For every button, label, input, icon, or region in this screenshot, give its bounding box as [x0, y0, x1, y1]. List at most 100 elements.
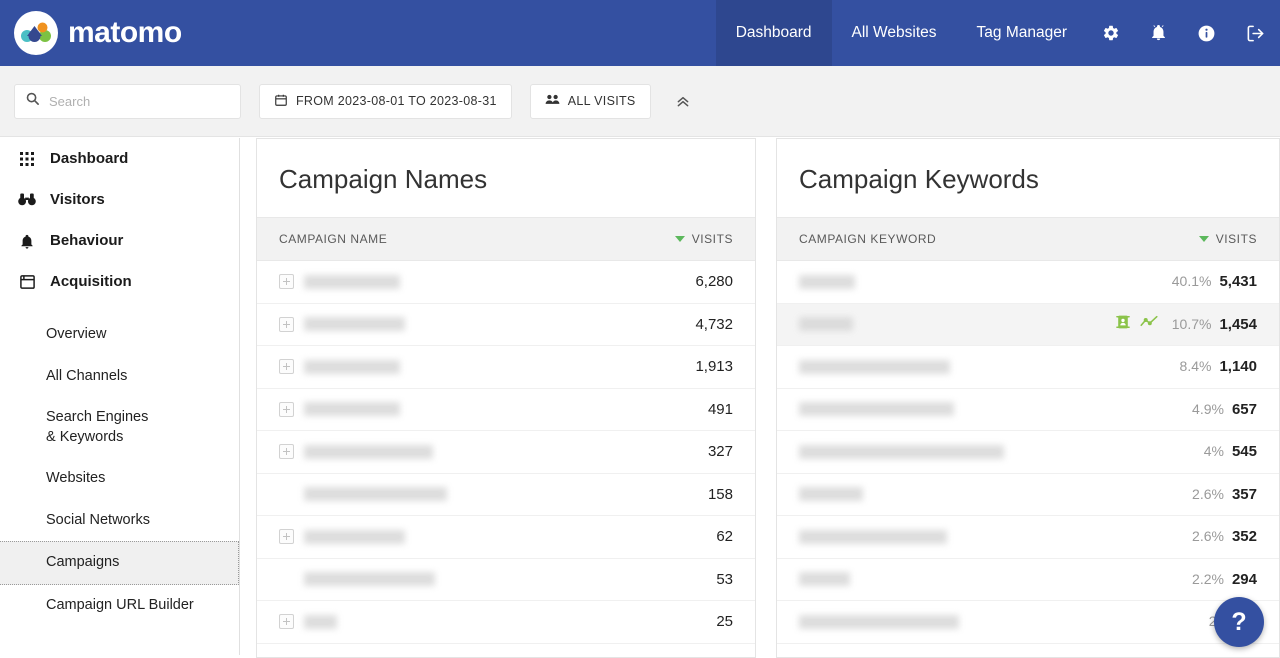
table-row[interactable]: 2.6%352 [777, 516, 1279, 559]
sidebar-item-overview[interactable]: Overview [0, 314, 239, 356]
sort-descending-icon [1199, 236, 1209, 242]
metric-cell: 4.9%657 [1192, 401, 1257, 418]
expand-row-icon[interactable] [279, 444, 294, 459]
table-row[interactable]: 53 [257, 559, 755, 602]
expand-row-icon[interactable] [279, 614, 294, 629]
sidebar-item-search-engines-keywords[interactable]: Search Engines & Keywords [0, 397, 160, 458]
table-row[interactable]: 4%545 [777, 431, 1279, 474]
table-row[interactable]: 10.7%1,454 [777, 304, 1279, 347]
visits-value: 1,140 [1219, 358, 1257, 375]
info-icon[interactable] [1182, 0, 1231, 66]
visits-value: 491 [708, 401, 733, 418]
expand-row-icon[interactable] [279, 359, 294, 374]
metric-cell: 10.7%1,454 [1172, 316, 1257, 333]
campaign-keywords-title: Campaign Keywords [777, 139, 1279, 217]
expand-row-icon[interactable] [279, 529, 294, 544]
table-row[interactable]: 25 [257, 601, 755, 644]
date-range-label: FROM 2023-08-01 TO 2023-08-31 [296, 94, 497, 108]
campaign-name-label [304, 317, 405, 331]
table-row[interactable]: 2.1%2 [777, 601, 1279, 644]
segment-selector[interactable]: ALL VISITS [530, 84, 651, 119]
sort-descending-icon [675, 236, 685, 242]
column-header-campaign-name[interactable]: CAMPAIGN NAME [279, 232, 387, 246]
expand-row-icon[interactable] [279, 274, 294, 289]
visits-percentage: 40.1% [1172, 273, 1212, 289]
toolbar: FROM 2023-08-01 TO 2023-08-31 ALL VISITS [0, 66, 1280, 137]
visits-label: VISITS [1216, 232, 1257, 246]
table-row[interactable]: 6,280 [257, 261, 755, 304]
visits-percentage: 2.6% [1192, 486, 1224, 502]
table-row[interactable]: 4,732 [257, 304, 755, 347]
sidebar-item-dashboard[interactable]: Dashboard [0, 138, 239, 179]
visits-percentage: 4% [1204, 443, 1224, 459]
nav-tag-manager[interactable]: Tag Manager [957, 0, 1087, 66]
segment-label: ALL VISITS [568, 94, 636, 108]
campaign-keyword-label [799, 615, 959, 629]
visits-value: 657 [1232, 401, 1257, 418]
sidebar-item-acquisition[interactable]: Acquisition [0, 261, 239, 302]
search-icon [25, 91, 40, 111]
brand-logo[interactable]: matomo [0, 11, 182, 55]
expand-row-icon[interactable] [279, 317, 294, 332]
bell-icon[interactable] [1135, 0, 1182, 66]
visits-value: 294 [1232, 571, 1257, 588]
column-header-visits[interactable]: VISITS [675, 232, 733, 246]
table-row[interactable]: 62 [257, 516, 755, 559]
expand-row-icon[interactable] [279, 402, 294, 417]
table-row[interactable]: 327 [257, 431, 755, 474]
sidebar-item-social-networks[interactable]: Social Networks [0, 500, 239, 542]
visits-percentage: 2.2% [1192, 571, 1224, 587]
visits-percentage: 8.4% [1180, 358, 1212, 374]
campaign-keywords-panel: Campaign Keywords CAMPAIGN KEYWORD VISIT… [776, 138, 1280, 658]
visits-label: VISITS [692, 232, 733, 246]
visits-value: 5,431 [1219, 273, 1257, 290]
campaign-name-label [304, 360, 400, 374]
sidebar-label: Dashboard [50, 150, 128, 167]
campaign-keyword-label [799, 487, 863, 501]
column-header-campaign-keyword[interactable]: CAMPAIGN KEYWORD [799, 232, 936, 246]
visits-value: 4,732 [695, 316, 733, 333]
campaign-keyword-label [799, 572, 850, 586]
nav-dashboard[interactable]: Dashboard [716, 0, 832, 66]
visits-value: 158 [708, 486, 733, 503]
logout-icon[interactable] [1231, 0, 1280, 66]
campaign-names-table-header: CAMPAIGN NAME VISITS [257, 217, 755, 261]
sidebar-item-websites[interactable]: Websites [0, 458, 239, 500]
campaign-keyword-label [799, 530, 947, 544]
column-header-visits[interactable]: VISITS [1199, 232, 1257, 246]
table-row[interactable]: 40.1% 5,431 [777, 261, 1279, 304]
campaign-name-label [304, 615, 337, 629]
segmented-visits-log-icon[interactable] [1115, 314, 1131, 334]
nav-all-websites[interactable]: All Websites [832, 0, 957, 66]
visits-percentage: 2.6% [1192, 528, 1224, 544]
visits-value: 327 [708, 443, 733, 460]
gear-icon[interactable] [1087, 0, 1135, 66]
table-row[interactable]: 1,913 [257, 346, 755, 389]
row-evolution-icon[interactable] [1140, 314, 1158, 334]
campaign-keywords-table-body: 40.1% 5,431 10.7%1,454 8.4% 1,140 4.9%657 4%54… [777, 261, 1279, 644]
table-row[interactable]: 8.4% 1,140 [777, 346, 1279, 389]
table-row[interactable]: 4.9%657 [777, 389, 1279, 432]
sidebar-item-campaigns[interactable]: Campaigns [0, 541, 239, 585]
help-button[interactable]: ? [1214, 597, 1264, 647]
search-box[interactable] [14, 84, 241, 119]
table-row[interactable]: 2.2% 294 [777, 559, 1279, 602]
bell-icon [18, 233, 36, 249]
collapse-toolbar-button[interactable] [669, 89, 697, 113]
matomo-mark-icon [14, 11, 58, 55]
visits-value: 62 [716, 528, 733, 545]
table-row[interactable]: 158 [257, 474, 755, 517]
sidebar-item-visitors[interactable]: Visitors [0, 179, 239, 220]
sidebar-label: Acquisition [50, 273, 132, 290]
search-input[interactable] [49, 94, 230, 109]
metric-cell: 8.4% 1,140 [1180, 358, 1257, 375]
sidebar-item-all-channels[interactable]: All Channels [0, 356, 239, 398]
table-row[interactable]: 491 [257, 389, 755, 432]
campaign-keyword-label [799, 445, 1004, 459]
sidebar-item-campaign-url-builder[interactable]: Campaign URL Builder [0, 585, 239, 627]
campaign-name-label [304, 275, 400, 289]
table-row[interactable]: 2.6%357 [777, 474, 1279, 517]
date-range-selector[interactable]: FROM 2023-08-01 TO 2023-08-31 [259, 84, 512, 119]
metric-cell: 4%545 [1204, 443, 1257, 460]
sidebar-item-behaviour[interactable]: Behaviour [0, 220, 239, 261]
